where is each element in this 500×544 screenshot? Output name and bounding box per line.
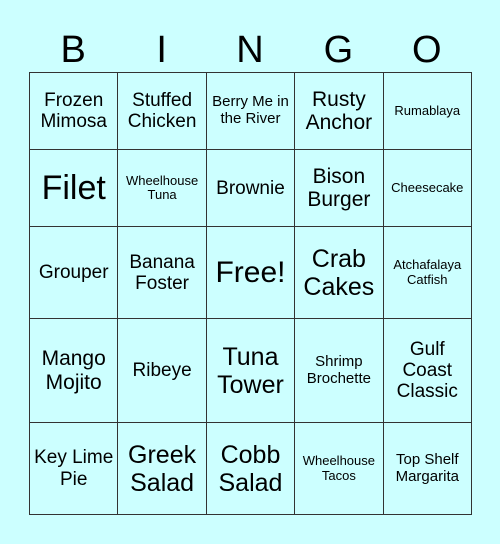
bingo-cell[interactable]: Cheesecake <box>382 149 473 228</box>
bingo-row: Frozen Mimosa Stuffed Chicken Berry Me i… <box>28 71 473 151</box>
header-letter-i: I <box>156 29 167 71</box>
bingo-card: Frozen Mimosa Stuffed Chicken Berry Me i… <box>28 71 473 515</box>
bingo-cell[interactable]: Rusty Anchor <box>294 71 384 151</box>
bingo-row: Filet Wheelhouse Tuna Brownie Bison Burg… <box>28 149 473 228</box>
bingo-cell[interactable]: Filet <box>28 149 119 228</box>
bingo-cell[interactable]: Atchafalaya Catfish <box>382 226 473 320</box>
header-letter-n: N <box>236 29 264 71</box>
bingo-cell[interactable]: Top Shelf Margarita <box>382 422 473 515</box>
bingo-cell[interactable]: Wheelhouse Tacos <box>294 422 384 515</box>
bingo-cell[interactable]: Brownie <box>205 149 296 228</box>
bingo-cell[interactable]: Greek Salad <box>117 422 207 515</box>
bingo-cell[interactable]: Crab Cakes <box>294 226 384 320</box>
header-letter-o: O <box>412 29 442 71</box>
header-letter-g: G <box>323 29 354 71</box>
bingo-cell[interactable]: Grouper <box>28 226 119 320</box>
header-letter-b: B <box>60 29 86 71</box>
free-space-cell[interactable]: Free! <box>205 226 296 320</box>
bingo-cell[interactable]: Berry Me in the River <box>205 71 296 151</box>
bingo-cell[interactable]: Frozen Mimosa <box>28 71 119 151</box>
bingo-cell[interactable]: Stuffed Chicken <box>117 71 207 151</box>
bingo-cell[interactable]: Ribeye <box>117 318 207 424</box>
bingo-cell[interactable]: Tuna Tower <box>205 318 296 424</box>
bingo-row: Key Lime Pie Greek Salad Cobb Salad Whee… <box>28 422 473 515</box>
bingo-header: B I N G O <box>29 28 471 72</box>
bingo-cell[interactable]: Rumablaya <box>382 71 473 151</box>
bingo-cell[interactable]: Cobb Salad <box>205 422 296 515</box>
bingo-row: Grouper Banana Foster Free! Crab Cakes A… <box>28 226 473 320</box>
bingo-cell[interactable]: Bison Burger <box>294 149 384 228</box>
bingo-cell[interactable]: Gulf Coast Classic <box>382 318 473 424</box>
bingo-cell[interactable]: Banana Foster <box>117 226 207 320</box>
bingo-cell[interactable]: Wheelhouse Tuna <box>117 149 207 228</box>
bingo-cell[interactable]: Mango Mojito <box>28 318 119 424</box>
bingo-row: Mango Mojito Ribeye Tuna Tower Shrimp Br… <box>28 318 473 424</box>
bingo-cell[interactable]: Shrimp Brochette <box>294 318 384 424</box>
bingo-cell[interactable]: Key Lime Pie <box>28 422 119 515</box>
